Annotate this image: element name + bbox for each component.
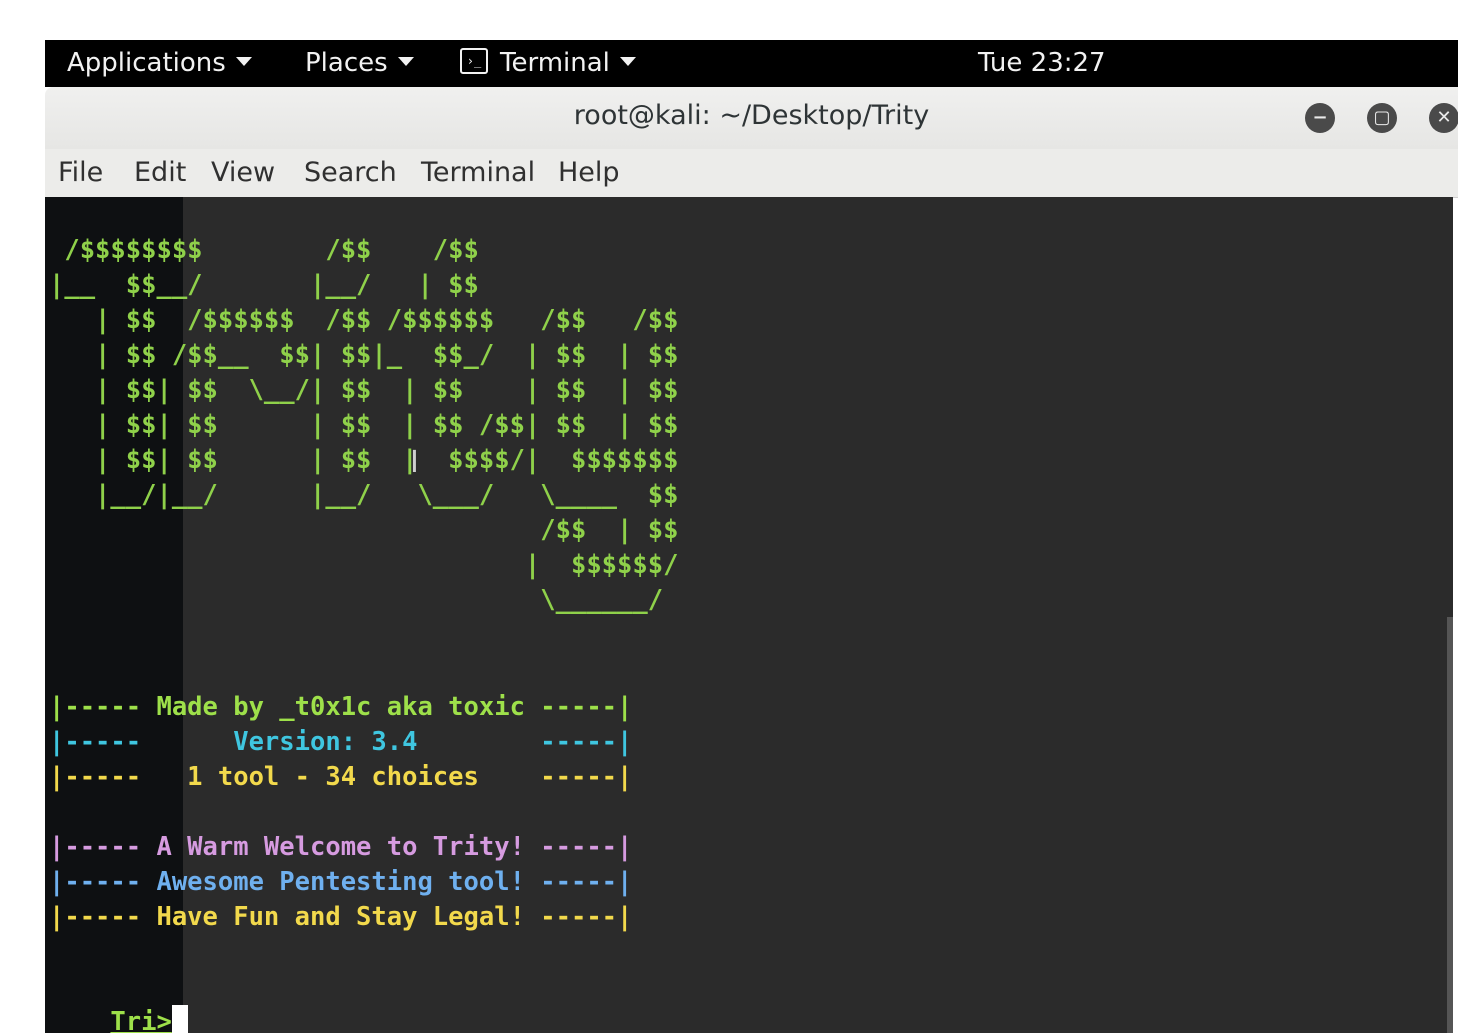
menu-search[interactable]: Search: [304, 155, 397, 191]
scrollbar[interactable]: [1447, 617, 1453, 1033]
menu-file[interactable]: File: [58, 155, 103, 191]
menubar: File Edit View Search Terminal Help: [45, 149, 1458, 198]
applications-menu[interactable]: Applications: [67, 44, 252, 82]
minimize-button[interactable]: −: [1305, 103, 1335, 133]
text-cursor-icon: I: [410, 445, 419, 480]
command-prompt[interactable]: Tri>: [49, 970, 188, 1033]
applications-label: Applications: [67, 48, 226, 78]
menu-help[interactable]: Help: [558, 155, 620, 191]
art-line: | $$ /$$$$$$ /$$ /$$$$$$ /$$ /$$: [49, 305, 679, 335]
art-line: |__/|__/ |__/ \___/ \____ $$: [49, 480, 679, 510]
places-label: Places: [305, 48, 388, 78]
art-line: | $$$$$$/: [49, 550, 679, 580]
welcome-line: |----- Have Fun and Stay Legal! -----|: [49, 902, 633, 932]
maximize-button[interactable]: ▢: [1367, 103, 1397, 133]
terminal-app-menu[interactable]: ›_ Terminal: [460, 44, 636, 82]
window-titlebar[interactable]: root@kali: ~/Desktop/Trity − ▢ ✕: [45, 87, 1458, 149]
menu-terminal[interactable]: Terminal: [421, 155, 535, 191]
art-line: /$$$$$$$$ /$$ /$$: [49, 235, 479, 265]
chevron-down-icon: [397, 57, 414, 66]
chevron-down-icon: [235, 57, 252, 66]
places-menu[interactable]: Places: [305, 44, 414, 82]
art-line: | $$| $$ | $$ | $$$$/| $$$$$$$: [49, 445, 679, 475]
art-line: |__ $$__/ |__/ | $$: [49, 270, 479, 300]
menu-edit[interactable]: Edit: [134, 155, 186, 191]
banner-author: |----- Made by _t0x1c aka toxic -----|: [49, 692, 633, 722]
welcome-line: |----- A Warm Welcome to Trity! -----|: [49, 832, 633, 862]
terminal-app-label: Terminal: [500, 48, 610, 78]
terminal-area[interactable]: /$$$$$$$$ /$$ /$$ |__ $$__/ |__/ | $$ | …: [45, 197, 1453, 1033]
top-panel: Applications Places ›_ Terminal Tue 23:27: [45, 40, 1458, 87]
art-line: | $$| $$ \__/| $$ | $$ | $$ | $$: [49, 375, 679, 405]
art-line: | $$| $$ | $$ | $$ /$$| $$ | $$: [49, 410, 679, 440]
chevron-down-icon: [619, 57, 636, 66]
art-line: /$$ | $$: [49, 515, 679, 545]
art-line: \______/: [49, 585, 664, 615]
banner-choices: |----- 1 tool - 34 choices -----|: [49, 762, 633, 792]
banner-version: |----- Version: 3.4 -----|: [49, 727, 633, 757]
welcome-line: |----- Awesome Pentesting tool! -----|: [49, 867, 633, 897]
terminal-icon: ›_: [460, 47, 488, 74]
window-title: root@kali: ~/Desktop/Trity: [573, 100, 930, 131]
close-button[interactable]: ✕: [1429, 103, 1458, 133]
terminal-cursor: [171, 1005, 188, 1033]
clock[interactable]: Tue 23:27: [978, 44, 1106, 82]
menu-view[interactable]: View: [211, 155, 275, 191]
art-line: | $$ /$$__ $$| $$|_ $$_/ | $$ | $$: [49, 340, 679, 370]
prompt-label: Tri>: [110, 1007, 172, 1033]
